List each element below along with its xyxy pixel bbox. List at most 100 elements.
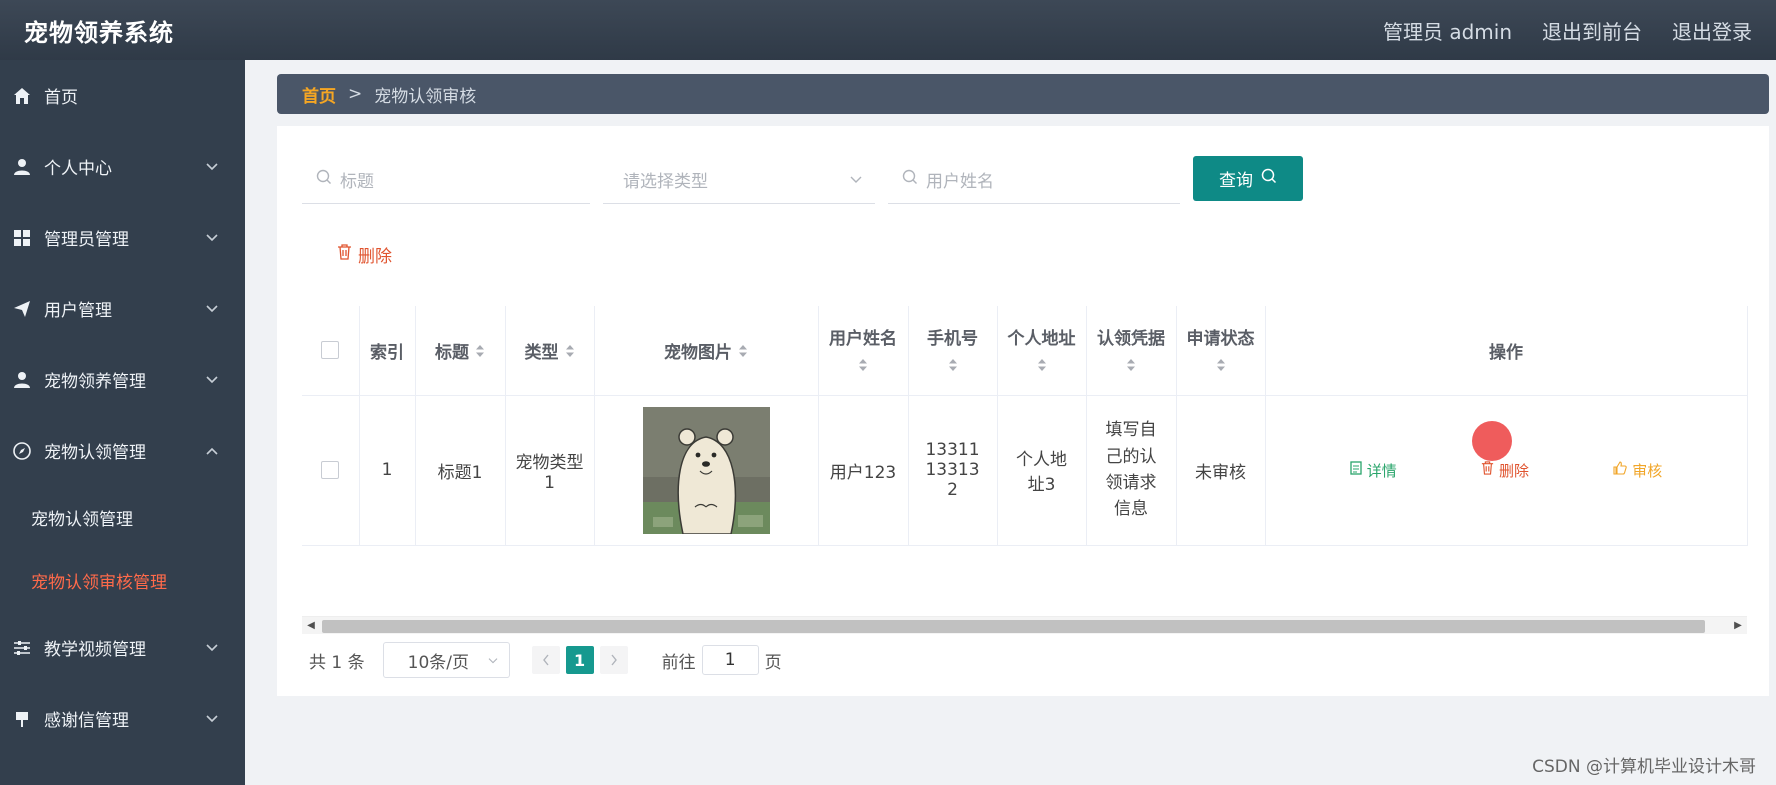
sort-icon bbox=[998, 357, 1086, 377]
chevron-down-icon bbox=[205, 370, 219, 390]
col-actions: 操作 bbox=[1265, 306, 1748, 396]
audit-button[interactable]: 审核 bbox=[1613, 460, 1662, 481]
sidebar-item-admin-management[interactable]: 管理员管理 bbox=[0, 202, 245, 273]
cell-index: 1 bbox=[359, 395, 416, 546]
sidebar-item-label: 个人中心 bbox=[44, 159, 112, 179]
chevron-down-icon bbox=[205, 638, 219, 658]
scroll-left-icon[interactable]: ◀ bbox=[304, 619, 318, 633]
watermark: CSDN @计算机毕业设计木哥 bbox=[1532, 757, 1756, 777]
title-search-placeholder: 标题 bbox=[340, 172, 374, 192]
cell-proof-value: 填写自己的认领请求信息 bbox=[1105, 420, 1157, 520]
sidebar-item-home[interactable]: 首页 bbox=[0, 60, 245, 131]
breadcrumb: 首页 > 宠物认领审核 bbox=[277, 74, 1769, 114]
cell-address: 个人地址3 bbox=[997, 395, 1087, 546]
row-checkbox[interactable] bbox=[321, 461, 340, 479]
pagination: 共 1 条 10条/页 1 前往 1 页 bbox=[309, 642, 782, 678]
horizontal-scrollbar[interactable]: ◀ ▶ bbox=[302, 616, 1747, 634]
goto-page-input[interactable]: 1 bbox=[701, 645, 759, 675]
sidebar-item-label: 首页 bbox=[44, 88, 78, 108]
prev-page-button[interactable] bbox=[531, 646, 560, 674]
sidebar-item-user-management[interactable]: 用户管理 bbox=[0, 273, 245, 344]
search-icon bbox=[316, 169, 332, 190]
col-title[interactable]: 标题 bbox=[415, 306, 506, 396]
send-icon bbox=[12, 299, 32, 319]
detail-label: 详情 bbox=[1366, 461, 1397, 480]
col-index: 索引 bbox=[359, 306, 416, 396]
username-search-input[interactable]: 用户姓名 bbox=[888, 156, 1180, 204]
sidebar-item-pet-claim[interactable]: 宠物认领管理 bbox=[0, 415, 245, 486]
detail-button[interactable]: 详情 bbox=[1350, 460, 1397, 481]
table-row: 1 标题1 宠物类型1 用户123 13311133132 个人地址3 填写自己… bbox=[302, 395, 1748, 546]
page-size-select[interactable]: 10条/页 bbox=[382, 642, 510, 678]
total-count: 共 1 条 bbox=[309, 652, 365, 673]
user-icon bbox=[12, 370, 32, 390]
row-delete-label: 删除 bbox=[1498, 461, 1529, 480]
col-status[interactable]: 申请状态 bbox=[1176, 306, 1266, 396]
top-bar: 宠物领养系统 管理员 admin 退出到前台 退出登录 bbox=[0, 0, 1776, 60]
cell-title: 标题1 bbox=[415, 395, 506, 546]
username-search-placeholder: 用户姓名 bbox=[926, 172, 994, 192]
sidebar-item-thank-letter[interactable]: 感谢信管理 bbox=[0, 683, 245, 754]
breadcrumb-current: 宠物认领审核 bbox=[374, 86, 477, 107]
batch-delete-button[interactable]: 删除 bbox=[337, 242, 392, 267]
home-icon bbox=[12, 86, 32, 106]
title-search-input[interactable]: 标题 bbox=[302, 156, 590, 204]
goto-front-link[interactable]: 退出到前台 bbox=[1542, 16, 1642, 45]
cell-status: 未审核 bbox=[1176, 395, 1266, 546]
sort-icon bbox=[909, 357, 997, 377]
cell-address-value: 个人地址3 bbox=[1016, 450, 1067, 495]
sidebar-item-personal-center[interactable]: 个人中心 bbox=[0, 131, 245, 202]
logout-link[interactable]: 退出登录 bbox=[1672, 16, 1752, 45]
document-icon bbox=[1350, 461, 1362, 479]
batch-delete-label: 删除 bbox=[358, 247, 392, 267]
sidebar-item-label: 教学视频管理 bbox=[44, 640, 146, 660]
content-panel: 标题 请选择类型 用户姓名 查询 删除 索引 标题 类型 宠物图片 用户姓名 手… bbox=[277, 126, 1769, 696]
sliders-icon bbox=[12, 638, 32, 658]
col-phone-label: 手机号 bbox=[927, 328, 978, 349]
pin-icon bbox=[12, 709, 32, 729]
chevron-down-icon bbox=[205, 709, 219, 729]
sort-icon bbox=[565, 343, 575, 363]
sidebar-subitem-pet-claim-review[interactable]: 宠物认领审核管理 bbox=[0, 549, 245, 612]
app-title: 宠物领养系统 bbox=[24, 18, 174, 47]
col-proof[interactable]: 认领凭据 bbox=[1086, 306, 1177, 396]
sort-icon bbox=[1087, 357, 1176, 377]
scroll-right-icon[interactable]: ▶ bbox=[1731, 619, 1745, 633]
scrollbar-thumb[interactable] bbox=[322, 620, 1705, 633]
goto-suffix: 页 bbox=[764, 652, 782, 673]
audit-label: 审核 bbox=[1632, 461, 1663, 480]
pet-photo[interactable] bbox=[642, 406, 770, 534]
page-number-button[interactable]: 1 bbox=[565, 646, 594, 674]
chevron-down-icon bbox=[205, 299, 219, 319]
search-icon bbox=[902, 169, 918, 190]
query-button[interactable]: 查询 bbox=[1193, 156, 1303, 201]
chevron-right-icon bbox=[611, 654, 617, 666]
sidebar-subitem-pet-claim[interactable]: 宠物认领管理 bbox=[0, 486, 245, 549]
cell-phone-value: 13311133132 bbox=[925, 440, 980, 500]
next-page-button[interactable] bbox=[599, 646, 628, 674]
cell-pet-image bbox=[594, 395, 819, 546]
chevron-down-icon bbox=[205, 228, 219, 248]
col-phone[interactable]: 手机号 bbox=[908, 306, 998, 396]
sidebar-item-teaching-video[interactable]: 教学视频管理 bbox=[0, 612, 245, 683]
row-select-cell bbox=[302, 395, 360, 546]
sidebar-item-label: 宠物认领管理 bbox=[44, 443, 146, 463]
select-all-header bbox=[302, 306, 360, 396]
col-address[interactable]: 个人地址 bbox=[997, 306, 1087, 396]
col-username[interactable]: 用户姓名 bbox=[818, 306, 909, 396]
select-all-checkbox[interactable] bbox=[321, 341, 340, 360]
col-pet-image[interactable]: 宠物图片 bbox=[594, 306, 819, 396]
user-icon bbox=[12, 157, 32, 177]
trash-icon bbox=[337, 244, 352, 265]
cell-username: 用户123 bbox=[818, 395, 909, 546]
type-select[interactable]: 请选择类型 bbox=[603, 156, 875, 204]
breadcrumb-home[interactable]: 首页 bbox=[302, 82, 336, 107]
admin-label[interactable]: 管理员 admin bbox=[1383, 16, 1512, 45]
sidebar-item-pet-adoption[interactable]: 宠物领养管理 bbox=[0, 344, 245, 415]
sort-icon bbox=[738, 343, 748, 363]
cell-proof: 填写自己的认领请求信息 bbox=[1086, 395, 1177, 546]
row-delete-button[interactable]: 删除 bbox=[1481, 460, 1529, 481]
col-address-label: 个人地址 bbox=[1007, 328, 1076, 349]
chevron-up-icon bbox=[205, 441, 219, 461]
col-type[interactable]: 类型 bbox=[505, 306, 595, 396]
